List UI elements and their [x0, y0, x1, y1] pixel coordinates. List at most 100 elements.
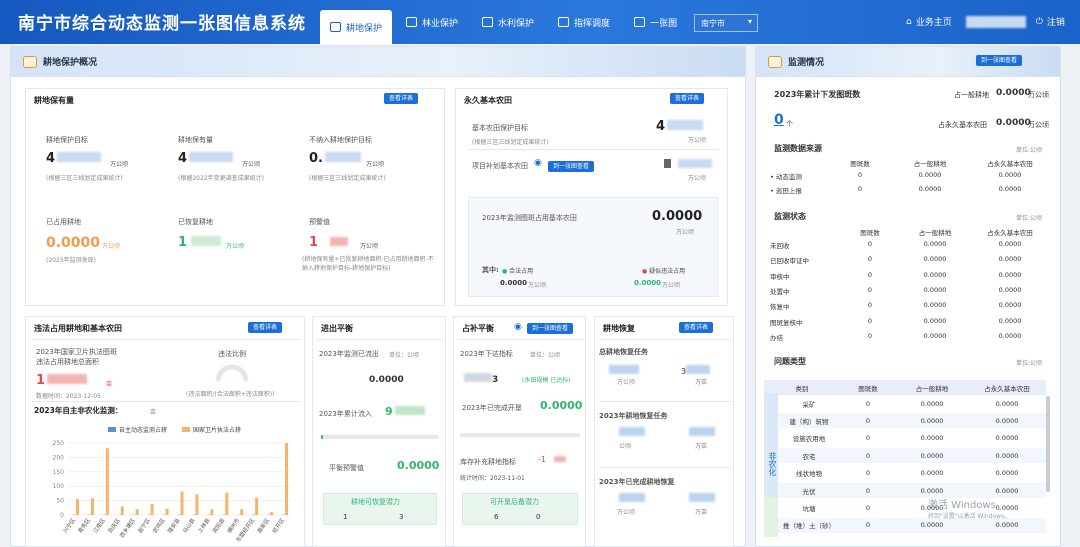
cum-value[interactable]: 0	[774, 112, 784, 128]
city-select[interactable]: 南宁市	[694, 14, 758, 32]
cell: 0	[865, 486, 871, 495]
watermark-title: 激活 Windows	[928, 500, 996, 511]
stock-label: 库存补充耕地指标	[460, 458, 516, 466]
cell: 0.0000	[995, 399, 1019, 408]
bar-national[interactable]	[105, 448, 109, 515]
restore-v2: 3	[399, 513, 404, 521]
cell: 0.0000	[920, 451, 944, 460]
issue-unit: 单位:公顷	[1016, 360, 1043, 367]
cell: 0	[857, 185, 863, 193]
idx-label: 2023年下达指标	[460, 350, 513, 358]
balance-warn-value: 0.0000	[397, 459, 440, 472]
issue-title: 问题类型	[774, 357, 806, 366]
cell: 0	[867, 331, 873, 340]
status-title: 监测状态	[774, 212, 806, 221]
out-value: 0.0000	[369, 375, 404, 385]
occ-farm-value: 0.0000	[996, 88, 1031, 98]
nav-command[interactable]: 指挥调度	[548, 8, 620, 36]
right-map-button[interactable]: 到一张图查看	[976, 55, 1023, 66]
farmland-title: 耕地保有量	[34, 96, 74, 105]
cell: 0	[865, 434, 871, 443]
bar-national[interactable]	[270, 512, 274, 515]
hold-label: 耕地保有量	[178, 136, 213, 144]
bar-national[interactable]	[255, 497, 259, 515]
cell: 0.0000	[920, 521, 944, 530]
issue-row: 推（堆）土（砂） 0 0.0000 0.0000	[778, 517, 1046, 533]
bar-national[interactable]	[90, 498, 94, 515]
status-head: 图斑数 占一般耕地 占永久基本农田	[860, 229, 1033, 237]
restore-v1: 1	[343, 513, 348, 521]
bar-national[interactable]	[180, 491, 184, 515]
bar-national[interactable]	[285, 443, 289, 515]
cell: 已回收审证中	[770, 257, 809, 266]
bar-national[interactable]	[195, 494, 199, 515]
section-icon	[23, 55, 37, 68]
warn-note: (耕地保有量+已恢复耕地面积-已占用耕地面积-不纳入耕地保护目标-耕地保护目标)	[302, 256, 434, 272]
basic-target-value: 4	[656, 119, 704, 134]
target-unit: 万公顷	[110, 161, 129, 168]
location-icon: ◉	[534, 158, 542, 168]
bar-national[interactable]	[165, 508, 169, 515]
nav-map[interactable]: 一张图	[624, 8, 687, 36]
issue-row: 采矿 0 0.0000 0.0000	[778, 396, 1046, 411]
supp-title: 占补平衡	[462, 324, 494, 333]
basic-farmland-card: 永久基本农田 查看详表 基本农田保护目标 (根据三区三线划定成果统计) 4 万公…	[455, 88, 728, 306]
cell: 未回收	[770, 242, 790, 250]
home-link[interactable]: 业务主页	[916, 15, 952, 28]
warn-value: 1	[309, 235, 349, 250]
bar-national[interactable]	[120, 506, 124, 515]
cell: 0.0000	[918, 185, 942, 193]
illegal-unit: 万公顷	[662, 282, 681, 289]
nav-farmland[interactable]: 耕地保护	[320, 10, 393, 44]
cell: 0	[867, 301, 873, 310]
occupy-unit: 万公顷	[676, 229, 695, 236]
task23-u2: 万亩	[695, 443, 708, 450]
y-tick: 200	[53, 454, 65, 461]
x-tick: 江南区	[91, 516, 107, 535]
hold-unit: 万公顷	[242, 161, 261, 168]
cell: 推（堆）土（砂）	[783, 522, 835, 531]
cell: 0	[867, 285, 873, 294]
reclaim-v2: 0	[536, 513, 541, 521]
status-row: 图斑复核中 0 0.0000 0.0000	[770, 317, 1050, 327]
ratio-note: (违法面积/(合法面积+违法面积))	[186, 391, 275, 398]
recov-detail-button[interactable]: 查看详表	[679, 322, 714, 333]
bar-national[interactable]	[135, 509, 139, 515]
recov-title: 耕地恢复	[603, 324, 635, 333]
warn-unit: 万公顷	[360, 243, 379, 250]
bar-national[interactable]	[240, 509, 244, 515]
cell: 0.0000	[923, 255, 947, 264]
x-tick: 横州市	[225, 516, 241, 535]
x-tick: 高新区	[255, 516, 271, 535]
basic-target-note: (根据三区三线划定成果统计)	[472, 139, 549, 146]
cell: 0.0000	[920, 399, 944, 408]
issue-row: 农宅 0 0.0000 0.0000	[778, 448, 1046, 464]
bar-national[interactable]	[75, 499, 79, 515]
cell: 0.0000	[998, 301, 1022, 310]
illegal-card: 违法占用耕地和基本农田 查看详表 2023年国家卫片执法图斑 违法占用耕地总面积…	[25, 316, 305, 547]
bar-national[interactable]	[225, 492, 229, 515]
farmland-card: 耕地保有量 查看详表 耕地保护目标 4 万公顷 (根据三区三线划定成果统计) 耕…	[25, 88, 445, 306]
issue-scrollbar[interactable]	[1046, 396, 1050, 492]
nav-forest[interactable]: 林业保护	[396, 8, 468, 36]
cell: 采矿	[802, 400, 816, 409]
ratio-label: 违法比例	[218, 350, 246, 358]
illegal-detail-button[interactable]: 查看详表	[248, 322, 283, 333]
cell: 图斑复核中	[770, 318, 803, 327]
issue-category: 非农化	[764, 393, 778, 497]
basic-detail-button[interactable]: 查看详表	[670, 93, 705, 104]
supplement-card: 占补平衡 ◉ 到一张图查看 2023年下达指标 单位：公顷 3 (水田规模 已达…	[453, 316, 586, 547]
supp-map-button[interactable]: 到一张图查看	[527, 323, 574, 334]
done23-u2: 万亩	[695, 509, 708, 516]
nav-water[interactable]: 水利保护	[472, 8, 544, 36]
bar-national[interactable]	[150, 504, 154, 515]
bar-national[interactable]	[210, 509, 214, 515]
legal-value: 0.0000	[500, 279, 528, 287]
logout-link[interactable]: 注销	[1047, 15, 1065, 28]
cell: 0.0000	[923, 316, 947, 325]
basic-map-button[interactable]: 到一张图查看	[548, 161, 595, 172]
total-task-v1	[609, 365, 639, 376]
detail-button[interactable]: 查看详表	[384, 93, 419, 104]
illegal-value: 1	[36, 373, 88, 388]
y-tick: 150	[53, 469, 65, 476]
